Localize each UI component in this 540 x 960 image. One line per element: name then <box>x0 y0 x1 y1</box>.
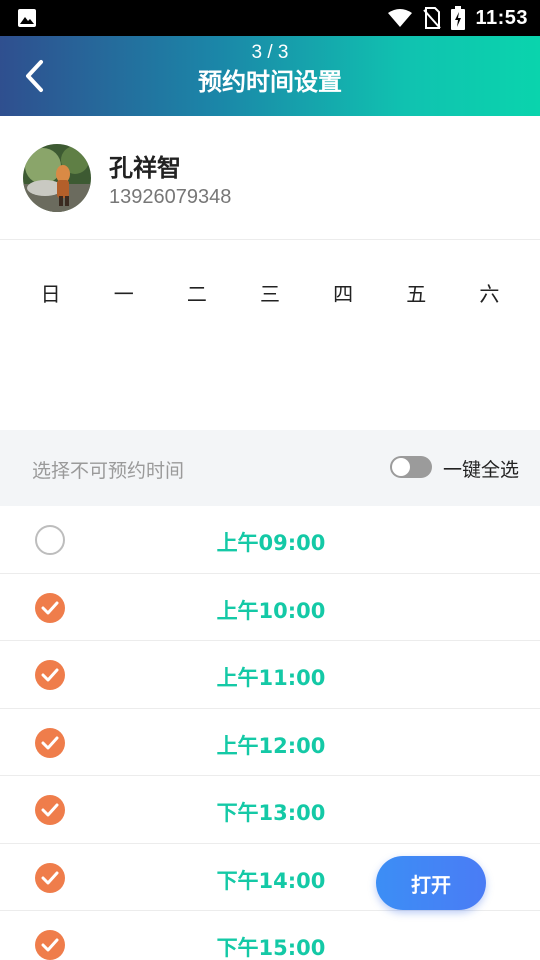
battery-icon <box>451 6 466 30</box>
weekday-wed[interactable]: 三 <box>233 270 306 318</box>
time-slot-row[interactable]: 上午12:00 <box>0 709 540 776</box>
select-bar: 选择不可预约时间 一键全选 <box>0 430 540 506</box>
weekday-mon[interactable]: 一 <box>87 270 160 318</box>
status-bar: 11:53 <box>0 0 540 36</box>
time-slot-label: 上午10:00 <box>216 598 326 623</box>
time-slot-label: 上午11:00 <box>216 666 326 690</box>
wifi-icon <box>388 9 413 27</box>
gallery-icon <box>18 9 36 27</box>
weekday-fri[interactable]: 五 <box>380 270 453 318</box>
time-slot-row[interactable]: 上午09:00 <box>0 506 540 574</box>
time-slot-row[interactable]: 上午10:00 <box>0 574 540 641</box>
avatar[interactable] <box>23 144 91 212</box>
toggle-knob <box>392 458 410 476</box>
unavailable-time-hint: 选择不可预约时间 <box>32 460 185 482</box>
user-phone: 13926079348 <box>109 186 232 208</box>
select-all-toggle[interactable] <box>390 456 432 478</box>
avatar-image <box>23 144 91 212</box>
weekday-sun[interactable]: 日 <box>14 270 87 318</box>
profile-card: 孔祥智 13926079348 <box>0 116 540 240</box>
header: 3 / 3 预约时间设置 <box>0 36 540 116</box>
time-slot-label: 下午15:00 <box>216 936 326 960</box>
weekday-sat[interactable]: 六 <box>453 270 526 318</box>
status-time: 11:53 <box>475 6 528 29</box>
time-slot-label: 下午13:00 <box>216 801 326 825</box>
step-indicator: 3 / 3 <box>251 42 289 63</box>
open-button[interactable]: 打开 <box>376 856 486 910</box>
select-all-label[interactable]: 一键全选 <box>443 455 519 482</box>
weekday-tue[interactable]: 二 <box>160 270 233 318</box>
page-title: 预约时间设置 <box>198 68 342 96</box>
no-sim-icon <box>423 7 442 29</box>
time-slot-label: 上午09:00 <box>216 531 326 555</box>
weekday-selector: 日 一 二 三 四 五 六 <box>14 270 526 318</box>
time-slot-row[interactable]: 下午15:00 <box>0 911 540 960</box>
time-slot-row[interactable]: 上午11:00 <box>0 641 540 709</box>
weekday-thu[interactable]: 四 <box>307 270 380 318</box>
user-name: 孔祥智 <box>109 154 181 182</box>
time-slot-label: 上午12:00 <box>216 733 326 758</box>
time-slot-row[interactable]: 下午13:00 <box>0 776 540 844</box>
